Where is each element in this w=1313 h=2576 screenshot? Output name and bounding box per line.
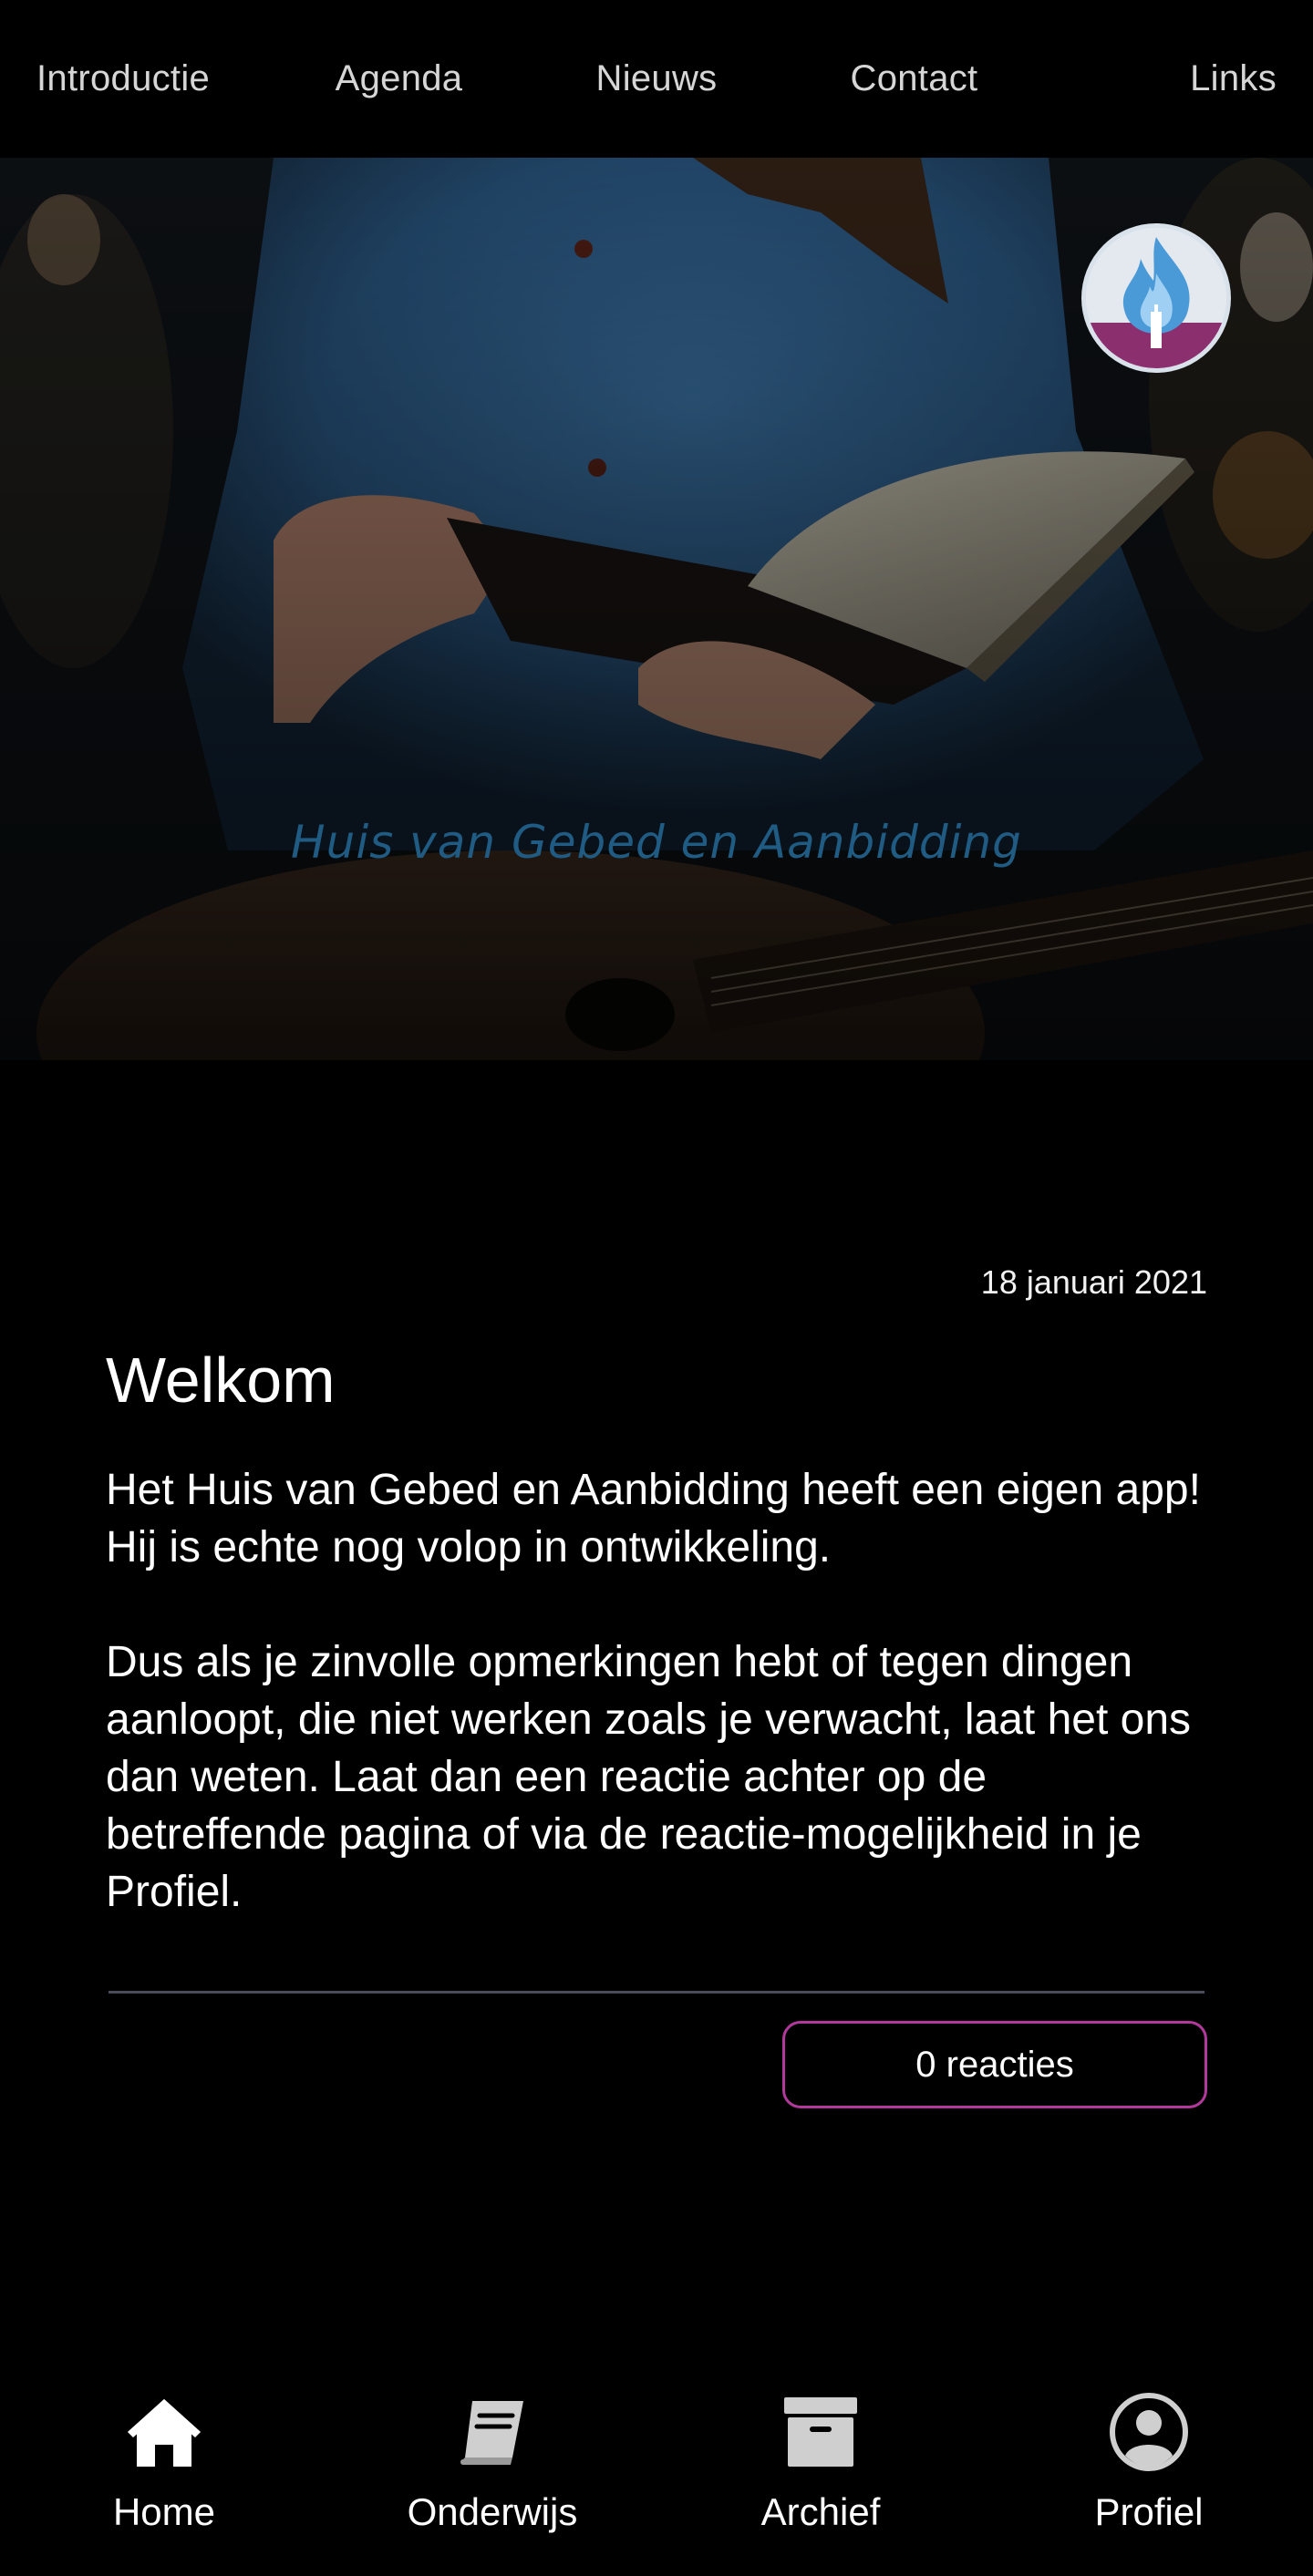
nav-introductie[interactable]: Introductie bbox=[36, 58, 246, 99]
nav-nieuws[interactable]: Nieuws bbox=[552, 58, 761, 99]
tab-home-label: Home bbox=[112, 2490, 216, 2533]
divider bbox=[109, 1991, 1204, 1994]
nav-contact[interactable]: Contact bbox=[810, 58, 1019, 99]
top-nav: Introductie Agenda Nieuws Contact Links bbox=[0, 0, 1313, 158]
post-paragraph: Dus als je zinvolle opmerkingen hebt of … bbox=[106, 1638, 1192, 1916]
post-body: Het Huis van Gebed en Aanbidding heeft e… bbox=[106, 1461, 1218, 1921]
nav-links[interactable]: Links bbox=[1067, 58, 1277, 99]
book-icon bbox=[460, 2401, 523, 2465]
nav-agenda[interactable]: Agenda bbox=[295, 58, 504, 99]
home-icon bbox=[128, 2399, 201, 2467]
tab-home[interactable]: Home bbox=[0, 2370, 328, 2576]
tab-profiel-label: Profiel bbox=[1094, 2490, 1204, 2533]
post-date: 18 januari 2021 bbox=[980, 1263, 1207, 1301]
bottom-nav: Home Onderwijs Archief Profiel bbox=[0, 2370, 1313, 2576]
post-title: Welkom bbox=[106, 1345, 336, 1416]
hero-title: Huis van Gebed en Aanbidding bbox=[291, 816, 1022, 869]
tab-onderwijs-label: Onderwijs bbox=[407, 2490, 578, 2533]
tab-archief[interactable]: Archief bbox=[656, 2370, 985, 2576]
tab-archief-label: Archief bbox=[760, 2490, 881, 2533]
flame-candle-logo[interactable] bbox=[1081, 223, 1231, 373]
tab-profiel[interactable]: Profiel bbox=[985, 2370, 1313, 2576]
user-circle-icon bbox=[1110, 2393, 1188, 2471]
archive-box-icon bbox=[784, 2397, 857, 2467]
reactions-button[interactable]: 0 reacties bbox=[782, 2021, 1207, 2108]
tab-onderwijs[interactable]: Onderwijs bbox=[328, 2370, 656, 2576]
post-paragraph: Het Huis van Gebed en Aanbidding heeft e… bbox=[106, 1466, 1201, 1571]
hero-banner: Huis van Gebed en Aanbidding bbox=[0, 158, 1313, 1060]
flame-candle-icon bbox=[1086, 228, 1226, 368]
